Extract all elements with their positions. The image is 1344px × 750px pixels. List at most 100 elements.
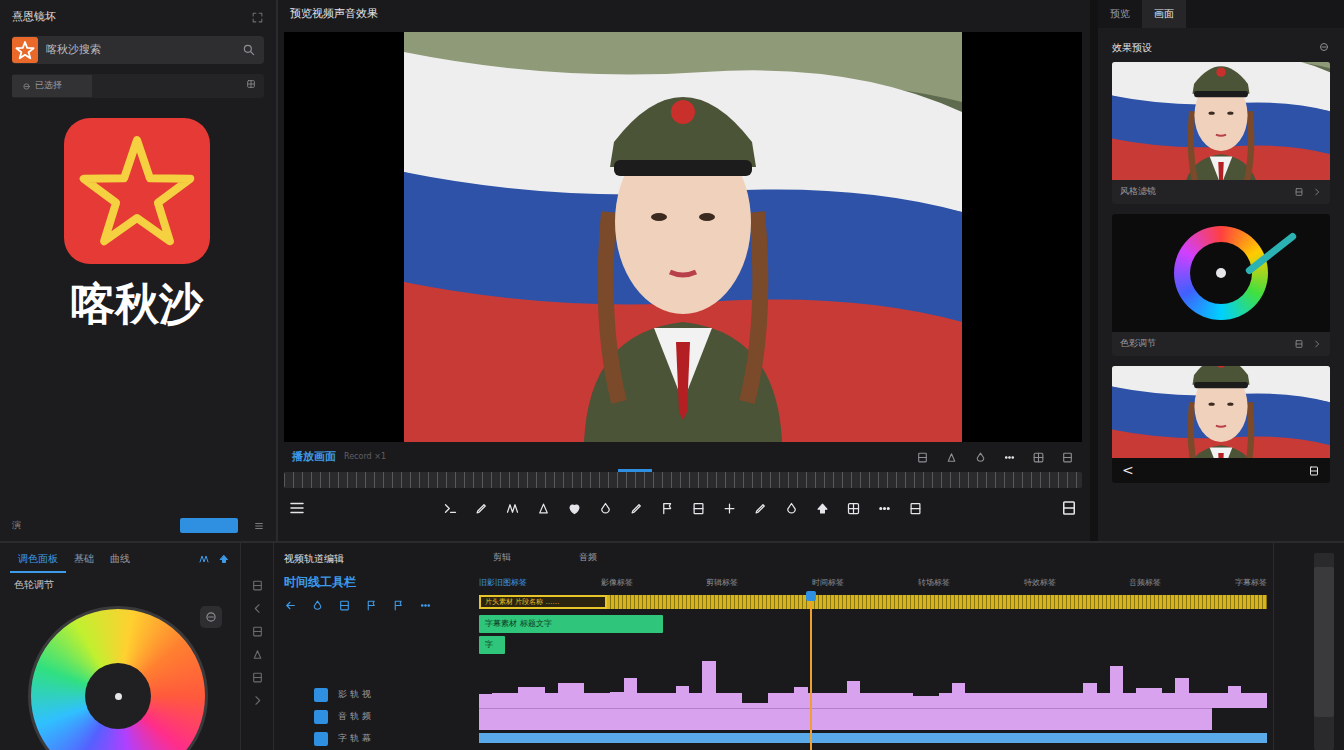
- tool-square-icon[interactable]: [691, 501, 706, 516]
- hue-ring[interactable]: [1174, 226, 1268, 320]
- effects-tab[interactable]: 预览: [1098, 0, 1142, 28]
- copy-icon[interactable]: [1294, 339, 1304, 349]
- filter-bar[interactable]: 已选择: [12, 74, 264, 98]
- safe-area-icon[interactable]: [916, 451, 929, 464]
- tl-arrow-icon[interactable]: [284, 599, 297, 612]
- track-toggle[interactable]: [314, 732, 328, 746]
- tool-drop-icon[interactable]: [598, 501, 613, 516]
- layout-icon[interactable]: [1060, 499, 1078, 517]
- app-logo-icon[interactable]: [64, 118, 210, 264]
- title-clip[interactable]: 字: [479, 636, 505, 654]
- apply-button[interactable]: [180, 518, 238, 533]
- tl-square-icon[interactable]: [338, 599, 351, 612]
- search-bar[interactable]: 喀秋沙搜索: [12, 36, 264, 64]
- title-clip[interactable]: 字幕素材 标题文字: [479, 615, 663, 633]
- track-header[interactable]: 影 轨 视: [284, 684, 479, 706]
- waveform-bar: [1110, 666, 1123, 709]
- back-button[interactable]: <: [1122, 460, 1134, 481]
- scrollbar[interactable]: [1314, 553, 1334, 750]
- side-square-icon[interactable]: [251, 625, 264, 638]
- tool-square-icon[interactable]: [908, 501, 923, 516]
- tool-up-icon[interactable]: [815, 501, 830, 516]
- effects-tab[interactable]: 画面: [1142, 0, 1186, 28]
- search-text[interactable]: 喀秋沙搜索: [46, 42, 234, 59]
- tool-pen-icon[interactable]: [753, 501, 768, 516]
- tool-grid-icon[interactable]: [846, 501, 861, 516]
- tool-pen-icon[interactable]: [474, 501, 489, 516]
- grid-icon[interactable]: [246, 79, 256, 89]
- scrub-position[interactable]: [618, 469, 652, 472]
- scrubber[interactable]: [284, 472, 1082, 488]
- apply-icon[interactable]: [1312, 187, 1322, 197]
- tool-tri-icon[interactable]: [536, 501, 551, 516]
- zoom-icon[interactable]: [945, 451, 958, 464]
- tool-flag-icon[interactable]: [660, 501, 675, 516]
- reset-icon[interactable]: [200, 606, 222, 628]
- track-header[interactable]: 音 轨 频: [284, 706, 479, 728]
- side-back-icon[interactable]: [251, 602, 264, 615]
- ring-handle[interactable]: [1216, 268, 1226, 278]
- side-tri-icon[interactable]: [251, 648, 264, 661]
- waveform-bar: [991, 693, 1004, 708]
- playhead-handle[interactable]: [806, 591, 816, 601]
- search-icon[interactable]: [242, 43, 256, 57]
- color-icon[interactable]: [974, 451, 987, 464]
- star-icon: [12, 37, 38, 63]
- track-list: 影 轨 视音 轨 频字 轨 幕: [284, 684, 479, 750]
- settings-icon[interactable]: [1318, 41, 1330, 53]
- tool-wave-icon[interactable]: [505, 501, 520, 516]
- waveform-bar: [1123, 693, 1136, 708]
- grid-icon[interactable]: [1032, 451, 1045, 464]
- preset-card[interactable]: 风格滤镜: [1112, 62, 1330, 204]
- home-icon[interactable]: [218, 553, 230, 565]
- side-square-icon[interactable]: [251, 671, 264, 684]
- color-tab[interactable]: 曲线: [102, 543, 138, 573]
- menu-icon[interactable]: [288, 499, 306, 517]
- side-square-icon[interactable]: [251, 579, 264, 592]
- waveform-bar: [965, 693, 978, 708]
- workspace: 熹恩镜坏喀秋沙搜索已选择喀秋沙演预览视频声音效果播放画面Record ×1预览画…: [0, 0, 1344, 543]
- tool-pen-icon[interactable]: [629, 501, 644, 516]
- preset-card[interactable]: 色彩调节: [1112, 214, 1330, 356]
- tl-dots-icon[interactable]: [419, 599, 432, 612]
- wheel-handle[interactable]: [115, 693, 122, 700]
- tool-cut-icon[interactable]: [443, 501, 458, 516]
- color-tab[interactable]: 调色面板: [10, 543, 66, 573]
- waveform-bar: [610, 692, 623, 708]
- tl-drop-icon[interactable]: [311, 599, 324, 612]
- timeline-tab[interactable]: 剪辑: [479, 543, 525, 571]
- tool-plus-icon[interactable]: [722, 501, 737, 516]
- waveform-bar: [886, 693, 899, 708]
- copy-icon[interactable]: [1294, 187, 1304, 197]
- more-icon[interactable]: [1003, 451, 1016, 464]
- tool-dots-icon[interactable]: [877, 501, 892, 516]
- video-clip[interactable]: 片头素材 片段名称 ……: [479, 595, 1267, 609]
- playback-info: 播放画面Record ×1: [284, 442, 1082, 468]
- scroll-thumb[interactable]: [1314, 567, 1334, 717]
- audio-clip[interactable]: [479, 708, 1212, 730]
- curve-icon[interactable]: [198, 553, 210, 565]
- tool-drop-icon[interactable]: [784, 501, 799, 516]
- preset-card[interactable]: <: [1112, 366, 1330, 483]
- tool-heart-icon[interactable]: [567, 501, 582, 516]
- waveform-bar: [558, 683, 571, 708]
- track-toggle[interactable]: [314, 710, 328, 724]
- apply-icon[interactable]: [1312, 339, 1322, 349]
- fullscreen-icon[interactable]: [1061, 451, 1074, 464]
- color-wheel[interactable]: [28, 606, 208, 750]
- list-icon[interactable]: [254, 521, 264, 531]
- track-area: 旧影旧图标签影像标签剪辑标签时间标签转场标签特效标签音频标签字幕标签片头素材 片…: [479, 571, 1273, 750]
- waveform-bar: [860, 693, 873, 708]
- expand-icon[interactable]: [251, 11, 264, 24]
- tl-flag-icon[interactable]: [365, 599, 378, 612]
- wheel-area: [0, 596, 240, 750]
- color-tab[interactable]: 基础: [66, 543, 102, 573]
- timeline-tab[interactable]: 音频: [565, 543, 611, 571]
- expand-icon[interactable]: [1308, 465, 1320, 477]
- tl-flag-icon[interactable]: [392, 599, 405, 612]
- track-header[interactable]: 字 轨 幕: [284, 728, 479, 750]
- music-clip[interactable]: [479, 733, 1267, 743]
- track-toggle[interactable]: [314, 688, 328, 702]
- side-fwd-icon[interactable]: [251, 694, 264, 707]
- playhead[interactable]: [810, 597, 812, 750]
